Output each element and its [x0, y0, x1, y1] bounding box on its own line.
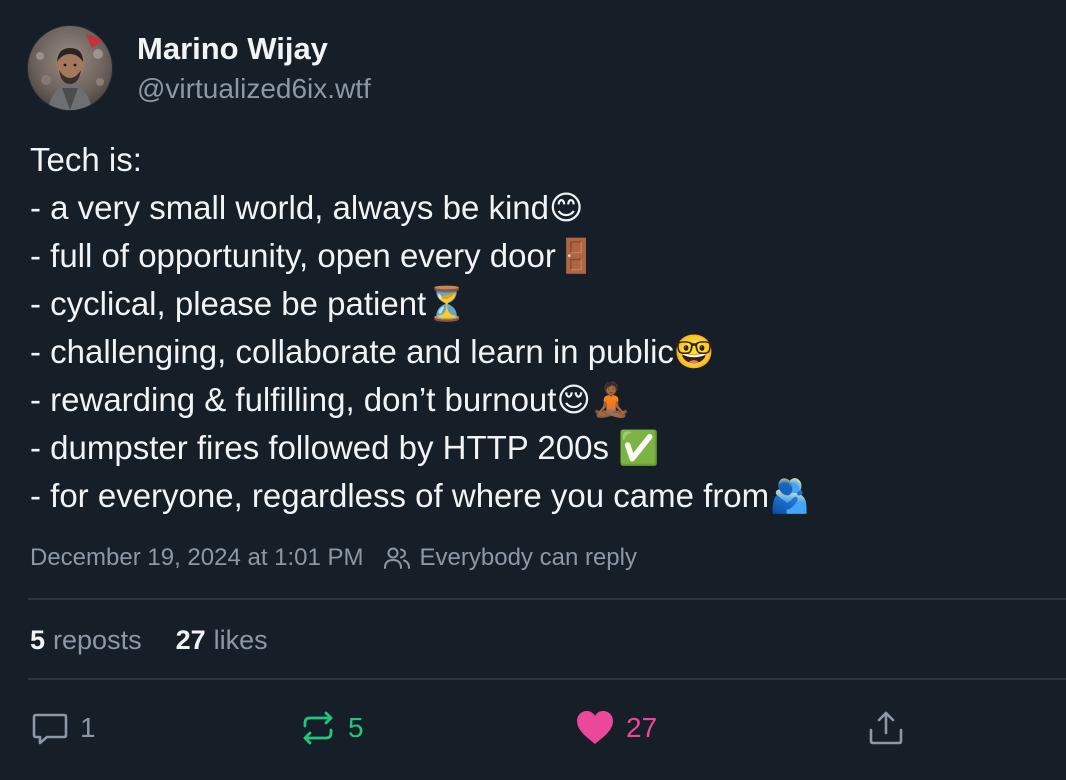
- reposts-count: 5: [30, 624, 46, 655]
- likes-label: likes: [213, 624, 268, 655]
- post-line: - for everyone, regardless of where you …: [30, 477, 811, 514]
- likes-count: 27: [175, 624, 206, 655]
- post-detail: Marino Wijay @virtualized6ix.wtf Tech is…: [0, 0, 1066, 780]
- post-timestamp[interactable]: December 19, 2024 at 1:01 PM: [30, 544, 364, 572]
- reply-setting-label: Everybody can reply: [419, 544, 637, 571]
- author-handle[interactable]: @virtualized6ix.wtf: [137, 70, 371, 108]
- engagement-stats: 5 reposts 27 likes: [30, 620, 302, 660]
- repost-button[interactable]: 5: [298, 706, 364, 750]
- comment-bubble-icon: [30, 708, 70, 748]
- post-line: - a very small world, always be kind😊: [30, 189, 584, 226]
- reply-button[interactable]: 1: [30, 706, 96, 750]
- post-line: - rewarding & fulfilling, don’t burnout😌…: [30, 381, 632, 418]
- divider: [28, 678, 1066, 680]
- heart-icon: [574, 708, 616, 748]
- like-button[interactable]: 27: [574, 706, 657, 750]
- reposts-stat[interactable]: 5 reposts: [30, 625, 142, 656]
- like-count: 27: [626, 712, 658, 743]
- people-icon: [382, 543, 412, 573]
- likes-stat[interactable]: 27 likes: [176, 625, 268, 656]
- avatar-photo: [28, 26, 112, 110]
- post-line: - cyclical, please be patient⏳: [30, 285, 468, 322]
- reposts-label: reposts: [53, 624, 142, 655]
- post-line: - challenging, collaborate and learn in …: [30, 333, 716, 370]
- divider: [28, 598, 1066, 600]
- share-upload-icon: [866, 708, 906, 748]
- author-display-name[interactable]: Marino Wijay: [137, 29, 328, 69]
- action-bar: 1 5 27: [0, 700, 1066, 756]
- post-line: - dumpster fires followed by HTTP 200s ✅: [30, 429, 660, 466]
- post-line: Tech is:: [30, 141, 142, 178]
- post-line: - full of opportunity, open every door🚪: [30, 237, 597, 274]
- reply-count: 1: [80, 712, 96, 743]
- repost-arrows-icon: [298, 708, 338, 748]
- post-body: Tech is: - a very small world, always be…: [30, 136, 1050, 520]
- post-meta: December 19, 2024 at 1:01 PM Everybody c…: [30, 540, 637, 576]
- avatar[interactable]: [28, 26, 112, 110]
- repost-count: 5: [348, 712, 364, 743]
- share-button[interactable]: [866, 706, 906, 750]
